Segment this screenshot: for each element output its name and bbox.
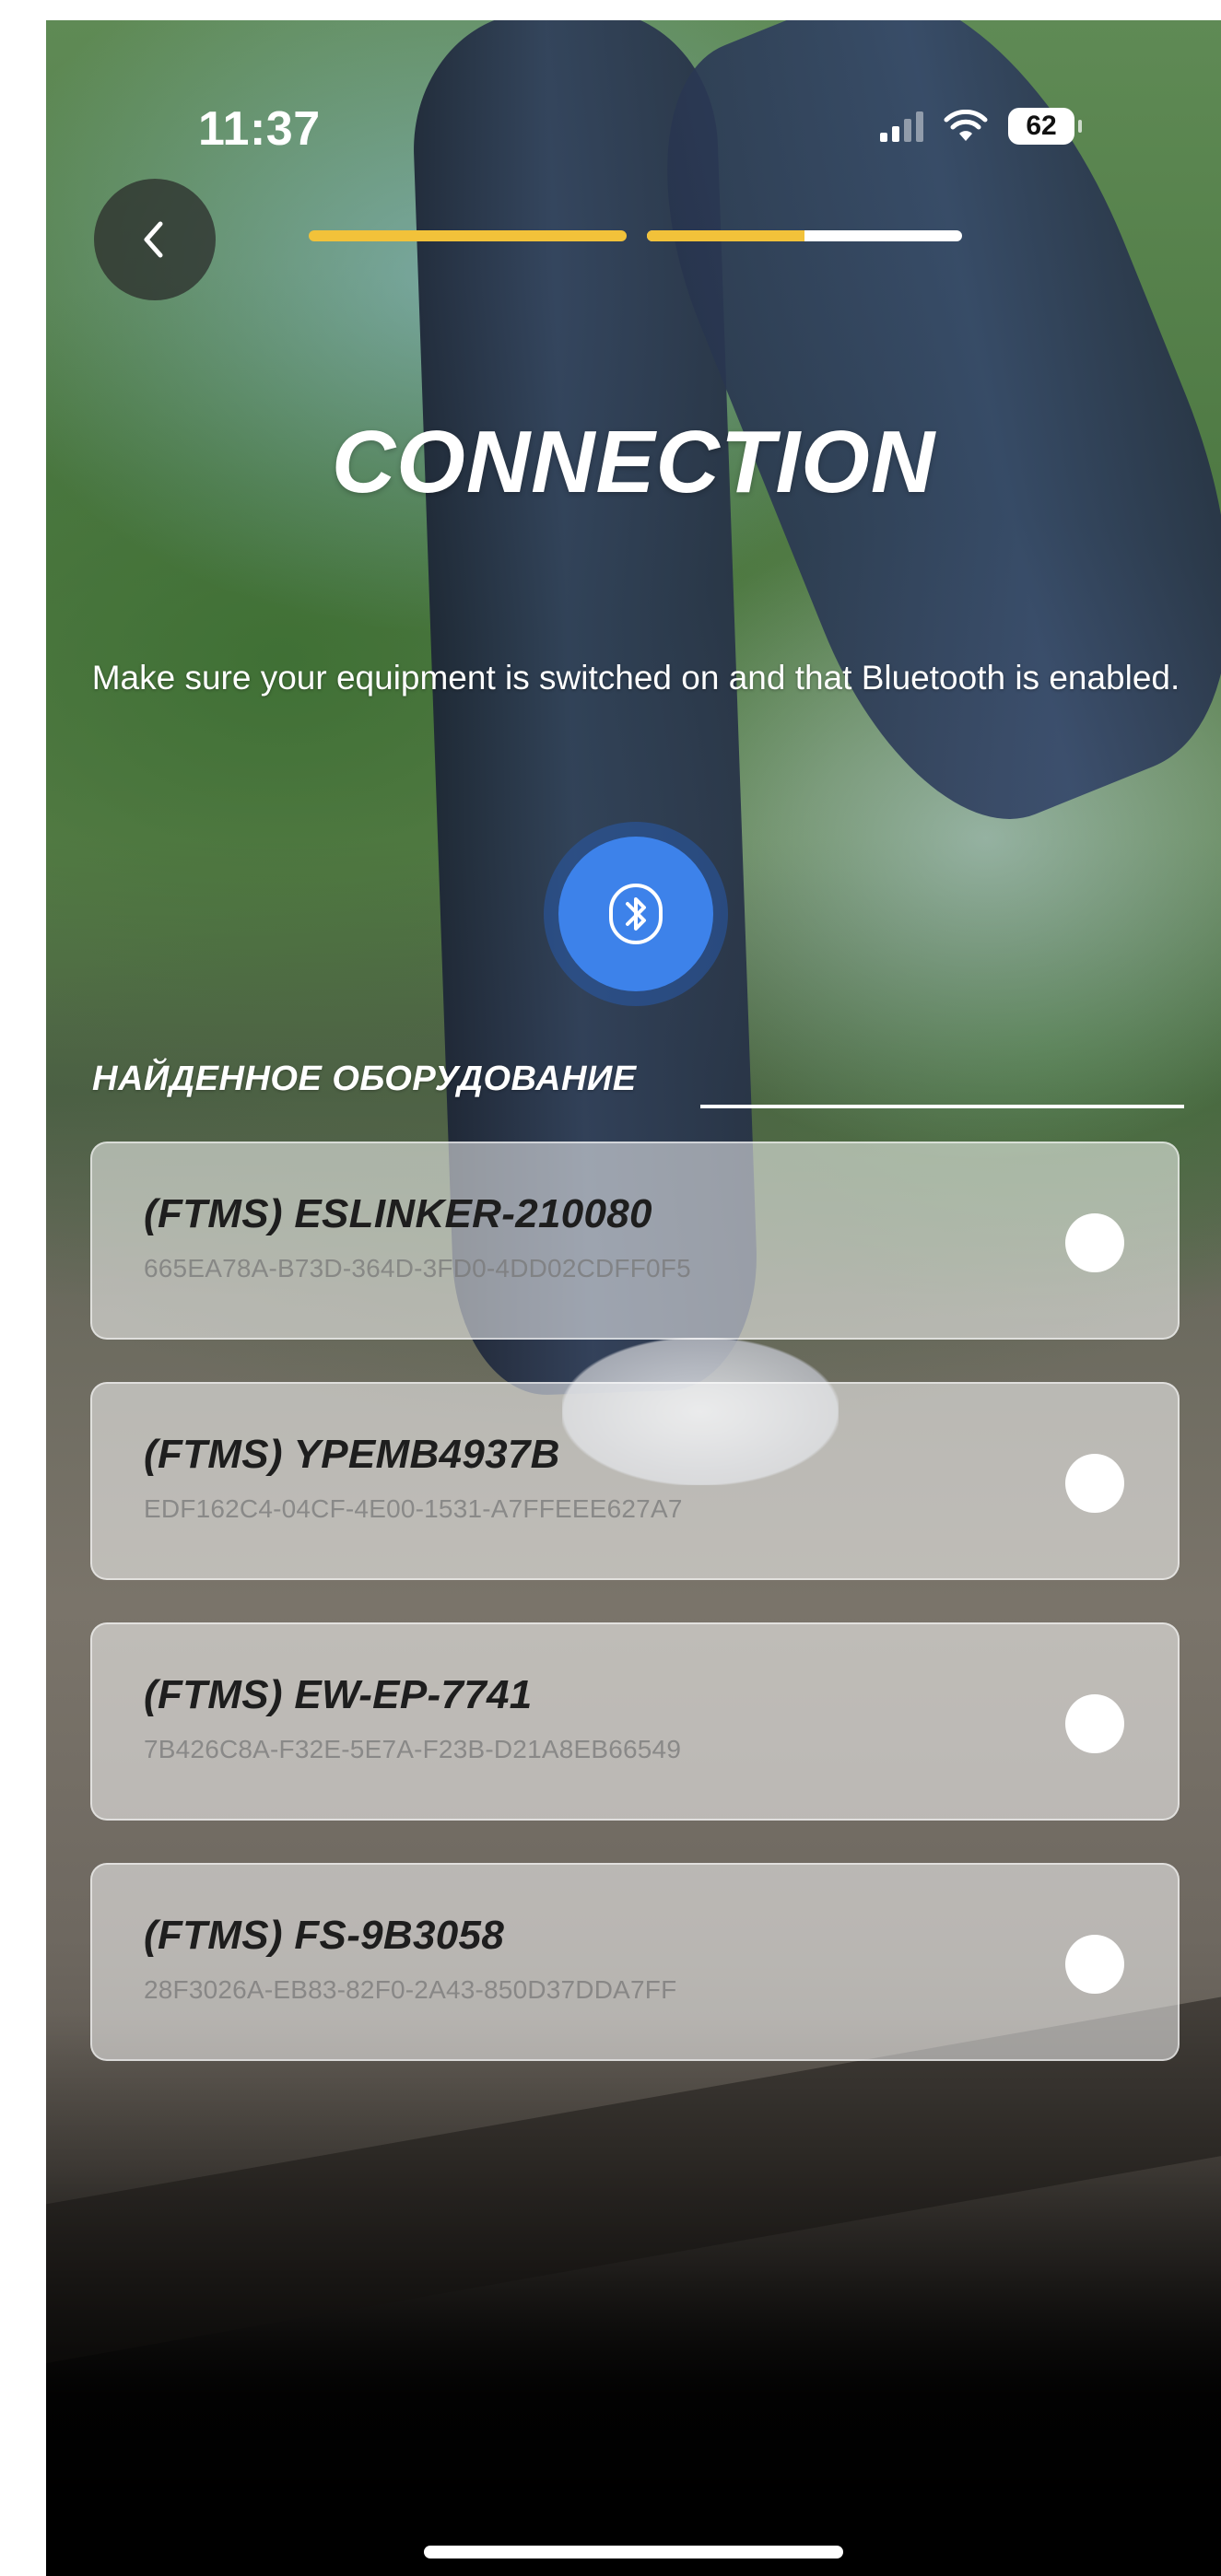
cellular-signal-icon xyxy=(880,111,923,142)
section-divider xyxy=(700,1105,1184,1108)
device-name: (FTMS) EW-EP-7741 xyxy=(144,1672,533,1717)
bluetooth-icon xyxy=(609,884,663,944)
bluetooth-scan-button[interactable] xyxy=(544,822,728,1006)
back-button[interactable] xyxy=(94,179,216,300)
app-screen: 11:37 62 CONNECTION Make sure your equip… xyxy=(46,20,1221,2576)
status-time: 11:37 xyxy=(198,102,321,156)
device-uuid: EDF162C4-04CF-4E00-1531-A7FFEEE627A7 xyxy=(144,1494,683,1523)
page-title: CONNECTION xyxy=(331,413,936,511)
device-uuid: 665EA78A-B73D-364D-3FD0-4DD02CDFF0F5 xyxy=(144,1254,691,1282)
device-item[interactable]: (FTMS) FS-9B3058 28F3026A-EB83-82F0-2A43… xyxy=(90,1863,1180,2061)
device-item[interactable]: (FTMS) ESLINKER-210080 665EA78A-B73D-364… xyxy=(90,1142,1180,1340)
device-select-radio[interactable] xyxy=(1065,1454,1124,1513)
device-select-radio[interactable] xyxy=(1065,1935,1124,1994)
device-name: (FTMS) YPEMB4937B xyxy=(144,1432,560,1477)
device-item[interactable]: (FTMS) YPEMB4937B EDF162C4-04CF-4E00-153… xyxy=(90,1382,1180,1580)
device-select-radio[interactable] xyxy=(1065,1213,1124,1272)
device-uuid: 28F3026A-EB83-82F0-2A43-850D37DDA7FF xyxy=(144,1975,677,2004)
chevron-left-icon xyxy=(144,221,163,258)
status-icons: 62 xyxy=(880,103,1082,149)
found-equipment-heading: НАЙДЕННОЕ ОБОРУДОВАНИЕ xyxy=(92,1060,637,1098)
device-select-radio[interactable] xyxy=(1065,1694,1124,1753)
battery-indicator: 62 xyxy=(1008,108,1082,145)
device-uuid: 7B426C8A-F32E-5E7A-F23B-D21A8EB66549 xyxy=(144,1735,682,1763)
device-item[interactable]: (FTMS) EW-EP-7741 7B426C8A-F32E-5E7A-F23… xyxy=(90,1622,1180,1821)
bluetooth-badge xyxy=(558,837,713,991)
device-name: (FTMS) ESLINKER-210080 xyxy=(144,1191,652,1236)
progress-step-2-fill xyxy=(647,230,804,241)
home-indicator[interactable] xyxy=(424,2546,843,2558)
instruction-text: Make sure your equipment is switched on … xyxy=(91,659,1180,697)
progress-step-1 xyxy=(309,230,627,241)
device-name: (FTMS) FS-9B3058 xyxy=(144,1913,505,1958)
wifi-icon xyxy=(944,110,988,141)
progress-step-2 xyxy=(647,230,962,241)
